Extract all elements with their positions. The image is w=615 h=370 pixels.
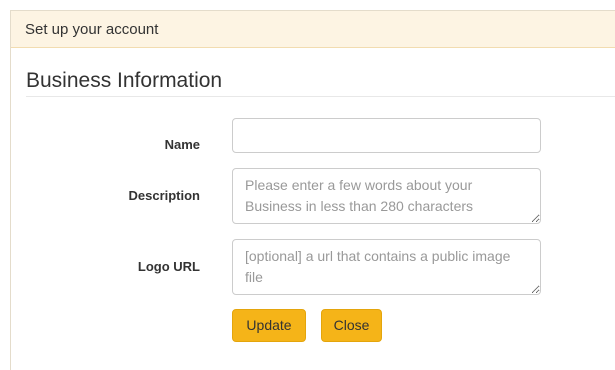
section-divider bbox=[26, 96, 615, 97]
update-button[interactable]: Update bbox=[232, 309, 306, 342]
description-textarea[interactable] bbox=[232, 168, 541, 224]
section-title: Business Information bbox=[26, 69, 223, 92]
close-button[interactable]: Close bbox=[321, 309, 382, 342]
logo-url-textarea[interactable] bbox=[232, 239, 541, 295]
name-label: Name bbox=[164, 137, 200, 152]
panel-heading: Set up your account bbox=[11, 11, 615, 48]
account-setup-panel: Set up your account Business Information… bbox=[10, 10, 615, 370]
logo-url-label: Logo URL bbox=[137, 259, 200, 274]
name-input[interactable] bbox=[232, 118, 541, 153]
description-label: Description bbox=[128, 188, 200, 203]
